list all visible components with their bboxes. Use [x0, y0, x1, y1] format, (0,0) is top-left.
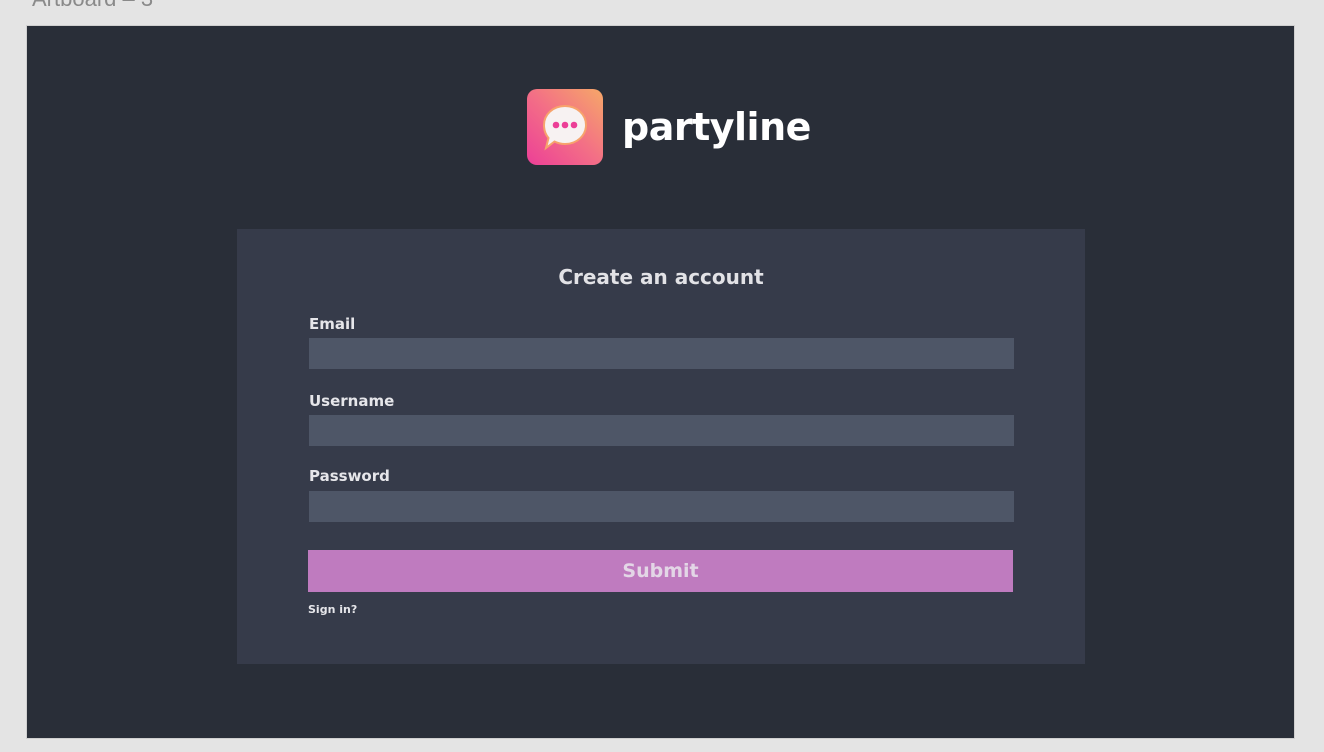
- username-label: Username: [309, 392, 395, 410]
- email-field[interactable]: [309, 338, 1014, 369]
- form-title: Create an account: [558, 265, 764, 289]
- password-field[interactable]: [309, 491, 1014, 522]
- email-label: Email: [309, 315, 356, 333]
- username-field[interactable]: [309, 415, 1014, 446]
- artboard-label: Artboard – 3: [32, 0, 153, 10]
- password-label: Password: [309, 467, 390, 485]
- chat-bubble-icon: [527, 89, 603, 165]
- brand-header: partyline: [527, 89, 811, 165]
- sign-in-link[interactable]: Sign in?: [308, 603, 357, 616]
- artboard: partyline Create an account Email Userna…: [26, 25, 1295, 739]
- submit-button[interactable]: Submit: [308, 550, 1013, 592]
- brand-name: partyline: [622, 105, 811, 149]
- signup-card: Create an account Email Username Passwor…: [237, 229, 1085, 664]
